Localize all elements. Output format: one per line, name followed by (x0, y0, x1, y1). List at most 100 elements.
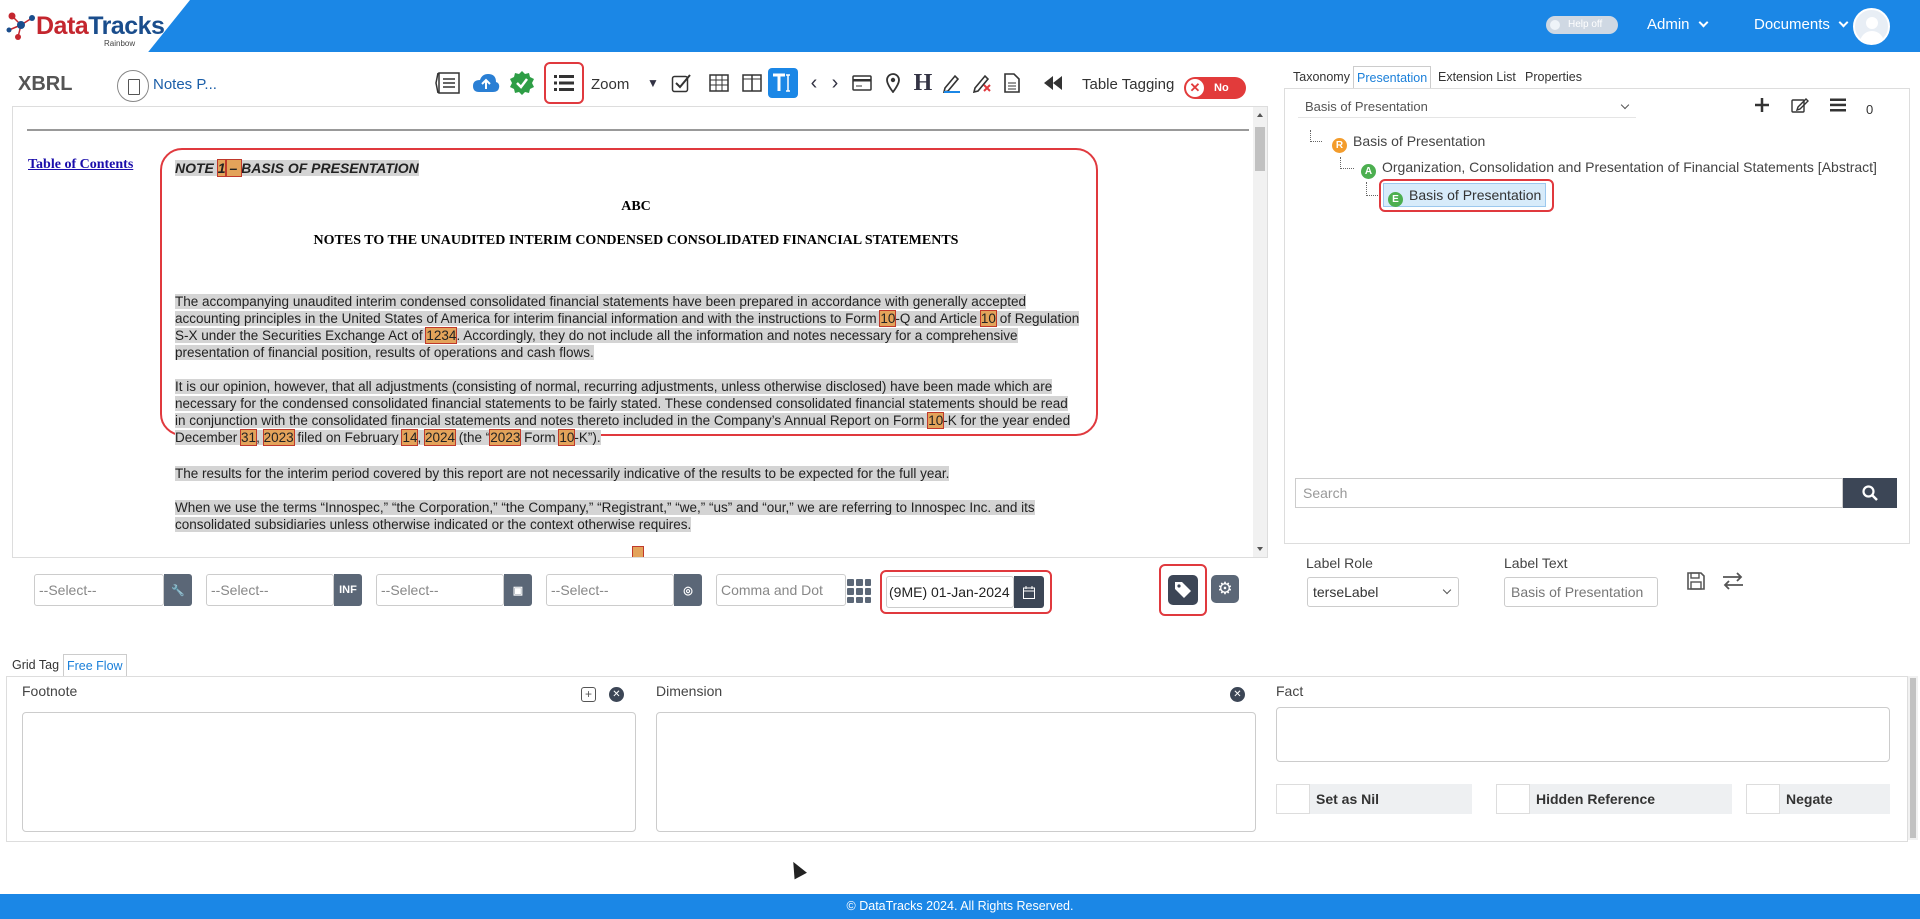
separator-input[interactable]: Comma and Dot (716, 574, 846, 606)
tagged-value[interactable]: 31 (240, 429, 258, 446)
cloud-upload-icon[interactable] (471, 68, 501, 98)
wrench-icon[interactable]: 🔧 (164, 574, 192, 606)
label-text-input[interactable]: Basis of Presentation (1504, 577, 1658, 607)
note-title[interactable]: NOTE 1 – BASIS OF PRESENTATION (175, 159, 419, 177)
tagged-value[interactable] (632, 546, 644, 557)
checkbox-icon[interactable] (666, 68, 696, 98)
note-paragraph-1[interactable]: The accompanying unaudited interim conde… (175, 293, 1080, 361)
notes-document-icon[interactable] (117, 70, 149, 102)
help-toggle-label: Help off (1568, 19, 1603, 30)
clear-dimension-icon[interactable]: ✕ (1230, 687, 1245, 702)
zoom-label[interactable]: Zoom (591, 76, 629, 93)
tagged-value[interactable]: 2024 (423, 429, 457, 446)
columns-icon[interactable] (737, 68, 767, 98)
presentation-panel (1284, 88, 1910, 544)
note-paragraph-2[interactable]: It is our opinion, however, that all adj… (175, 378, 1080, 446)
negate-checkbox[interactable]: Negate (1746, 784, 1890, 814)
tab-grid-tag[interactable]: Grid Tag (9, 654, 62, 676)
select-dropdown-4[interactable]: --Select-- (546, 574, 674, 606)
note-paragraph-3[interactable]: The results for the interim period cover… (175, 465, 1080, 482)
paragraph-segment: -Q and Article (895, 311, 981, 326)
save-icon[interactable] (1687, 572, 1705, 595)
calculator-grid-icon[interactable] (846, 578, 872, 604)
gear-icon[interactable]: ⚙ (1211, 575, 1239, 603)
check-circle-icon[interactable] (507, 68, 537, 98)
user-avatar[interactable] (1853, 8, 1890, 45)
table-of-contents-link[interactable]: Table of Contents (28, 157, 133, 173)
rewind-icon[interactable] (1038, 68, 1068, 98)
credit-card-icon[interactable] (847, 68, 877, 98)
logo-word-tracks: Tracks (88, 12, 165, 40)
tagged-value[interactable]: 2023 (262, 429, 295, 446)
add-footnote-icon[interactable]: + (581, 687, 596, 702)
checkbox-box[interactable] (1746, 784, 1780, 814)
toc-icon[interactable] (432, 68, 462, 98)
fact-textarea[interactable] (1276, 707, 1890, 762)
tree-node-element[interactable]: E Basis of Presentation (1383, 183, 1547, 207)
period-input[interactable]: (9ME) 01-Jan-2024 (886, 576, 1014, 608)
checkbox-box[interactable] (1276, 784, 1310, 814)
tab-free-flow[interactable]: Free Flow (63, 654, 127, 676)
paragraph-segment: -K”). (574, 430, 601, 445)
paragraph-segment: filed on February (293, 430, 403, 445)
pen-x-icon[interactable] (967, 68, 997, 98)
search-icon[interactable] (1843, 478, 1897, 508)
table-icon[interactable] (704, 68, 734, 98)
search-input[interactable]: Search (1295, 478, 1843, 508)
documents-menu[interactable]: Documents (1754, 16, 1849, 33)
tagged-value[interactable]: 10 (558, 429, 576, 446)
document-scrollbar[interactable] (1253, 107, 1267, 557)
hidden-reference-checkbox[interactable]: Hidden Reference (1496, 784, 1732, 814)
select-dropdown-3[interactable]: --Select-- (376, 574, 504, 606)
tagged-value[interactable]: 1 (216, 159, 227, 177)
tree-node-abstract[interactable]: A Organization, Consolidation and Present… (1361, 159, 1877, 179)
edit-icon[interactable] (1791, 97, 1809, 118)
document-icon[interactable] (997, 68, 1027, 98)
tagged-value[interactable]: 10 (979, 310, 997, 327)
clear-footnote-icon[interactable]: ✕ (609, 687, 624, 702)
checkbox-box[interactable] (1496, 784, 1530, 814)
table-tagging-toggle[interactable]: ✕ No (1184, 77, 1246, 99)
tagged-value[interactable]: 1234 (425, 327, 458, 344)
menu-icon[interactable] (1829, 97, 1847, 118)
admin-menu[interactable]: Admin (1647, 16, 1708, 33)
swap-icon[interactable] (1722, 572, 1744, 595)
inf-button[interactable]: INF (334, 574, 362, 606)
note-paragraph-4[interactable]: When we use the terms “Innospec,” “the C… (175, 499, 1080, 533)
tag-icon[interactable] (1168, 575, 1198, 605)
list-icon[interactable] (544, 62, 584, 104)
paragraph-text: When we use the terms “Innospec,” “the C… (175, 500, 1035, 532)
select-dropdown-2[interactable]: --Select-- (206, 574, 334, 606)
tab-taxonomy[interactable]: Taxonomy (1290, 66, 1353, 88)
tree-node-root[interactable]: R Basis of Presentation (1332, 133, 1485, 153)
set-as-nil-checkbox[interactable]: Set as Nil (1276, 784, 1472, 814)
presentation-select[interactable]: Basis of Presentation (1298, 96, 1636, 118)
tab-presentation[interactable]: Presentation (1353, 66, 1432, 88)
chevron-right-icon[interactable]: › (820, 68, 850, 98)
select-dropdown-1[interactable]: --Select-- (34, 574, 164, 606)
add-icon[interactable] (1754, 97, 1770, 118)
footnote-textarea[interactable] (22, 712, 636, 832)
notes-section-label[interactable]: Notes P... (153, 76, 217, 93)
text-tag-icon[interactable] (768, 68, 798, 98)
label-role-select[interactable]: terseLabel (1307, 577, 1459, 607)
tagged-value[interactable]: 10 (927, 412, 945, 429)
tagged-value[interactable]: 2023 (489, 429, 522, 446)
tab-properties[interactable]: Properties (1522, 66, 1585, 88)
dimension-textarea[interactable] (656, 712, 1256, 832)
tab-extension-list[interactable]: Extension List (1435, 66, 1519, 88)
target-icon[interactable]: ◎ (674, 574, 702, 606)
calendar-icon[interactable] (1014, 576, 1044, 608)
help-toggle[interactable]: Help off (1546, 16, 1618, 34)
heading-icon[interactable]: H (908, 68, 938, 98)
tagged-value[interactable]: 14 (401, 429, 419, 446)
camera-icon[interactable]: ▣ (504, 574, 532, 606)
tagged-value[interactable]: 10 (879, 310, 897, 327)
panel-scrollbar[interactable] (1908, 676, 1918, 840)
map-pin-icon[interactable] (878, 68, 908, 98)
tagged-value[interactable]: – (224, 159, 243, 177)
zoom-dropdown-icon[interactable]: ▼ (638, 68, 668, 98)
pen-icon[interactable] (937, 68, 967, 98)
presentation-select-value: Basis of Presentation (1305, 99, 1428, 114)
datatracks-logo[interactable]: DataTracks Rainbow (0, 0, 190, 52)
